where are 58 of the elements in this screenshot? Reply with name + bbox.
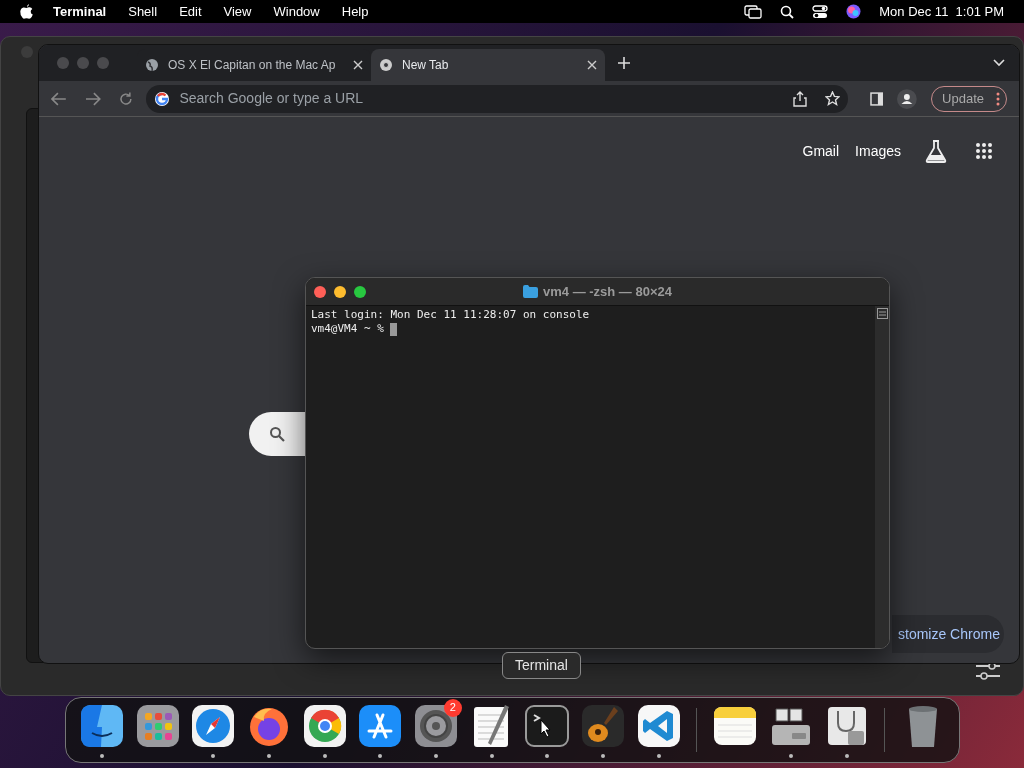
plus-icon[interactable] [617, 56, 631, 70]
profile-icon[interactable] [897, 88, 918, 109]
customize-button[interactable]: stomize Chrome [892, 615, 1004, 653]
more-icon [996, 91, 1001, 106]
header-link[interactable]: Gmail [802, 140, 840, 162]
sliders-icon [975, 662, 1001, 680]
menu-item[interactable]: Shell [128, 1, 158, 22]
compass-icon[interactable] [190, 702, 237, 749]
share-icon[interactable] [792, 90, 807, 107]
gear-icon[interactable] [412, 702, 459, 749]
window-title: vm4 — -zsh — 80×24 [543, 282, 672, 301]
cursor [390, 322, 398, 336]
close-icon[interactable] [587, 60, 597, 70]
search-icon [269, 426, 285, 442]
chevron-down-icon[interactable] [993, 59, 1005, 67]
terminal-icon[interactable] [524, 702, 571, 749]
grid-icon[interactable] [134, 702, 181, 749]
folder-icon [523, 285, 538, 298]
search-icon[interactable] [780, 4, 795, 19]
browser-tab[interactable]: New Tab [371, 49, 605, 81]
toggles-icon[interactable] [812, 4, 829, 19]
back-arrow-icon[interactable] [51, 91, 67, 106]
menu-item[interactable]: Edit [179, 1, 202, 22]
header-link[interactable]: Images [855, 140, 901, 162]
menu-clock[interactable]: Mon Dec 11 1:01 PM [879, 1, 1004, 22]
menu-item[interactable]: Help [341, 1, 369, 22]
close-icon[interactable] [353, 60, 363, 70]
menu-app-name[interactable]: Terminal [53, 1, 107, 22]
close-window-button[interactable] [314, 285, 326, 298]
tab-title: New Tab [402, 57, 449, 74]
split-tile-icon[interactable] [78, 702, 125, 749]
side-panel-icon[interactable] [869, 91, 884, 106]
notification-badge: 2 [443, 698, 462, 717]
menu-item[interactable]: Window [273, 1, 320, 22]
zoom-window-button[interactable] [354, 285, 366, 298]
windows-icon[interactable] [744, 4, 763, 19]
address-placeholder: Search Google or type a URL [179, 89, 364, 108]
ribbon-icon[interactable] [635, 702, 682, 749]
terminal-line: vm4@VM4 ~ % [311, 322, 385, 336]
app-store-icon[interactable] [357, 702, 404, 749]
multicolor-letter-icon [154, 90, 171, 107]
dock-tooltip: Terminal [502, 652, 581, 679]
apple-icon[interactable] [20, 4, 33, 19]
split-pane-icon [876, 308, 888, 319]
menu-item[interactable]: View [223, 1, 252, 22]
forward-arrow-icon[interactable] [84, 91, 101, 106]
globe-icon [145, 58, 159, 72]
search-box[interactable] [249, 412, 306, 456]
address-bar[interactable]: Search Google or type a URL [146, 84, 848, 113]
terminal-line: Last login: Mon Dec 11 11:28:07 on console [311, 308, 590, 322]
tricolor-circle-icon [379, 58, 393, 72]
flask-icon[interactable] [925, 139, 947, 163]
guitar-icon[interactable] [579, 702, 626, 749]
star-icon[interactable] [824, 91, 840, 106]
reload-icon[interactable] [118, 91, 133, 106]
minimize-window-button[interactable] [334, 285, 346, 298]
tab-title: OS X El Capitan on the Mac Ap [168, 57, 336, 74]
apps-grid-icon[interactable] [975, 142, 993, 160]
